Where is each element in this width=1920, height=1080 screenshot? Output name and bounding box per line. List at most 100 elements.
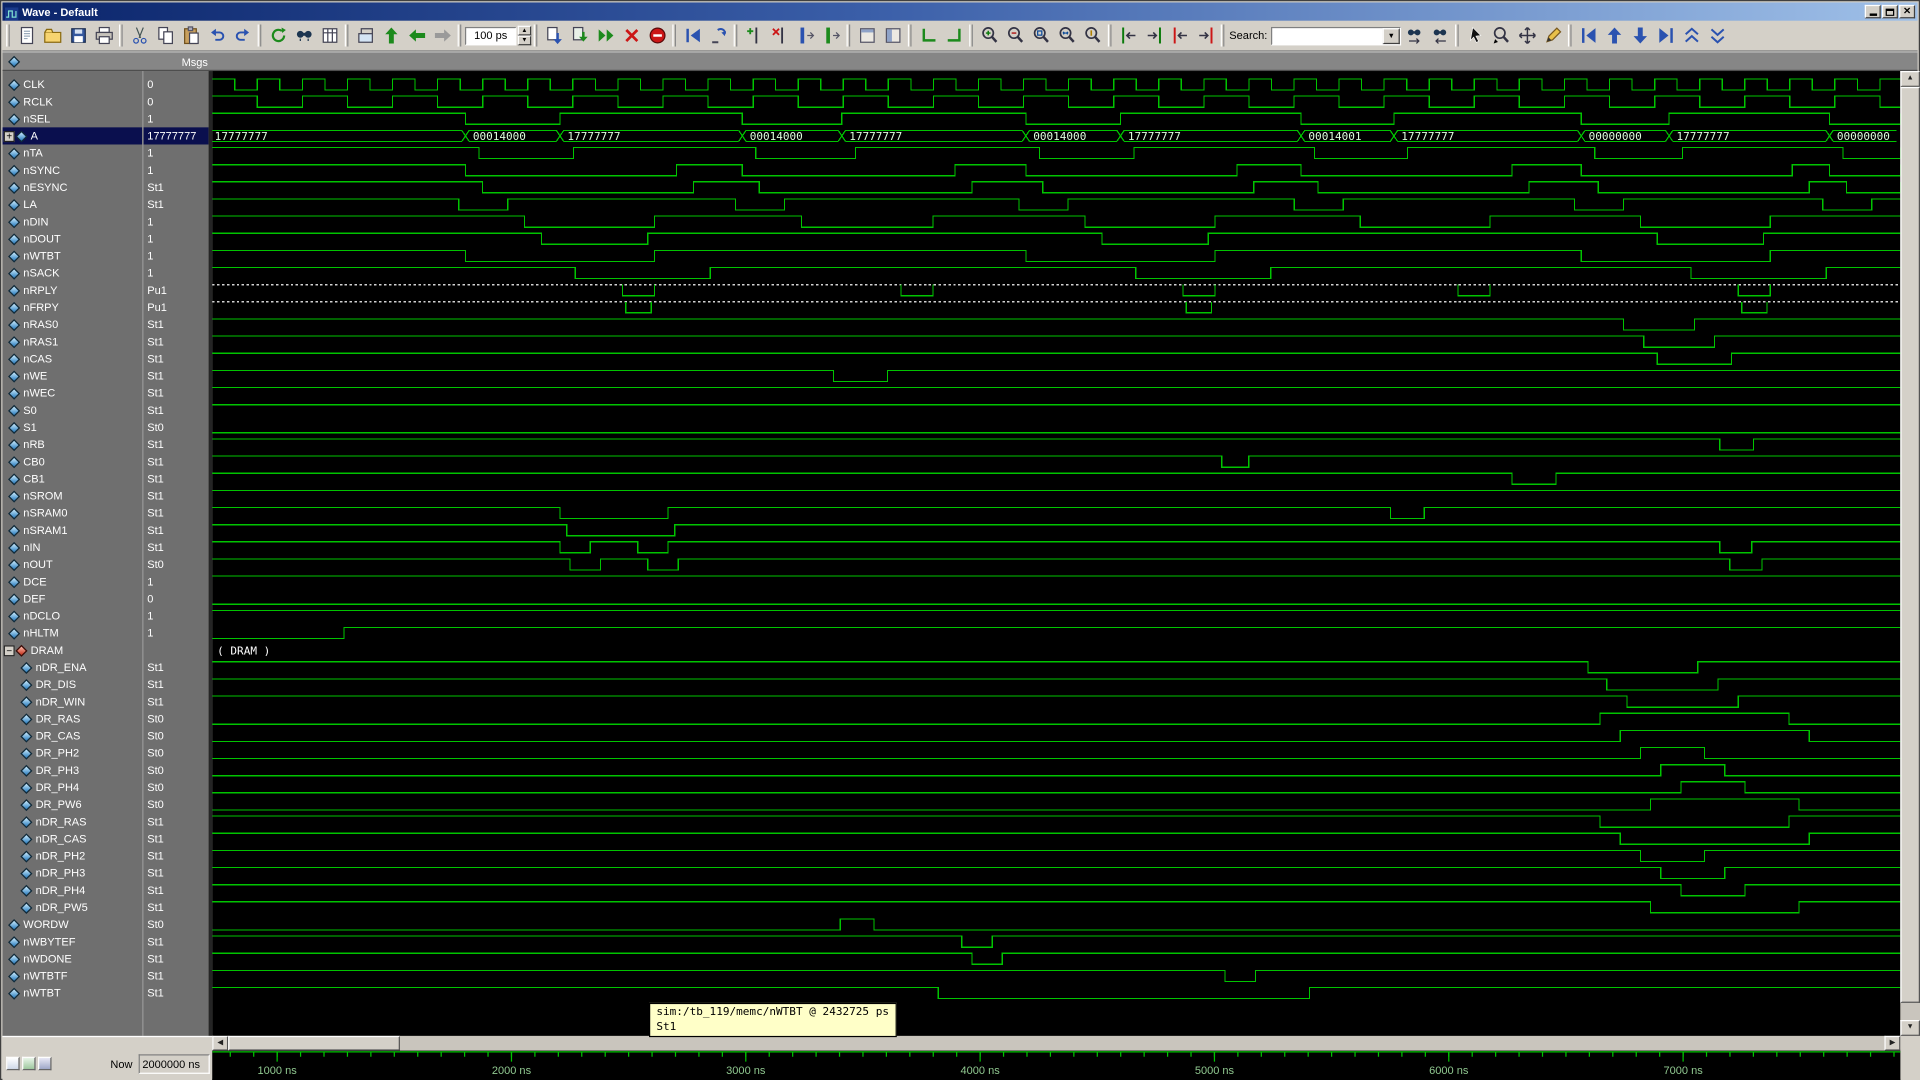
signal-row-DR_PH2[interactable]: DR_PH2 [2,744,142,761]
scroll-down-arrow[interactable]: ▼ [1900,1020,1920,1036]
run-length-input[interactable]: 100 ps [465,26,517,44]
move-to-last-button[interactable] [1653,23,1679,49]
signal-row-nDR_PH2[interactable]: nDR_PH2 [2,847,142,864]
signal-row-nESYNC[interactable]: nESYNC [2,179,142,196]
signal-row-DR_PH4[interactable]: DR_PH4 [2,779,142,796]
signal-row-nIN[interactable]: nIN [2,539,142,556]
print-button[interactable] [91,23,117,49]
close-button[interactable]: × [1899,5,1915,18]
signal-row-DR_CAS[interactable]: DR_CAS [2,727,142,744]
new-file-button[interactable] [13,23,39,49]
signal-row-nOUT[interactable]: nOUT [2,556,142,573]
signal-row-DR_PH3[interactable]: DR_PH3 [2,762,142,779]
edit-icon[interactable] [22,1057,35,1070]
scroll-left-arrow[interactable]: ◀ [212,1036,228,1051]
signal-row-S1[interactable]: S1 [2,419,142,436]
stop-button[interactable] [644,23,670,49]
restart-button[interactable] [680,23,706,49]
signal-row-nDR_PH3[interactable]: nDR_PH3 [2,864,142,881]
show-pane-button[interactable] [854,23,880,49]
signal-row-nSRAM1[interactable]: nSRAM1 [2,522,142,539]
signal-row-nDR_RAS[interactable]: nDR_RAS [2,813,142,830]
add-cursor-button[interactable] [741,23,767,49]
show-columns-button[interactable] [317,23,343,49]
move-to-first-button[interactable] [1575,23,1601,49]
search-input[interactable]: ▼ [1271,26,1401,44]
waveform-area[interactable]: 1777777700014000177777770001400017777777… [212,71,1900,1036]
cut-button[interactable] [126,23,152,49]
toolbar-grip[interactable] [458,24,462,46]
vertical-scrollbar[interactable]: ▲ ▼ [1900,71,1920,1036]
signal-row-nTA[interactable]: nTA [2,144,142,161]
pan-mode-button[interactable] [1514,23,1540,49]
signal-row-nWEC[interactable]: nWEC [2,384,142,401]
vertical-scroll-thumb[interactable] [1900,87,1920,1003]
signal-row-nSRAM0[interactable]: nSRAM0 [2,504,142,521]
signal-row-WORDW[interactable]: WORDW [2,916,142,933]
signal-row-CB0[interactable]: CB0 [2,453,142,470]
timeline[interactable]: 1000 ns2000 ns3000 ns4000 ns5000 ns6000 … [212,1051,1900,1080]
go-back-button[interactable] [404,23,430,49]
signal-row-nWE[interactable]: nWE [2,367,142,384]
horizontal-scrollbar[interactable]: ◀ ▶ [212,1036,1900,1051]
zoom-range-button[interactable] [1054,23,1080,49]
toolbar-grip[interactable] [258,24,262,46]
signal-row-RCLK[interactable]: RCLK [2,93,142,110]
signal-row-nDR_PW5[interactable]: nDR_PW5 [2,899,142,916]
find-button[interactable] [291,23,317,49]
signal-row-CLK[interactable]: CLK [2,76,142,93]
signal-row-nDR_CAS[interactable]: nDR_CAS [2,830,142,847]
spinner-up-icon[interactable]: ▲ [518,26,531,36]
search-find-prev-button[interactable] [1427,23,1453,49]
toolbar-grip[interactable] [534,24,538,46]
signal-row-DR_DIS[interactable]: DR_DIS [2,676,142,693]
paste-button[interactable] [178,23,204,49]
redo-button[interactable] [229,23,255,49]
signal-row-nWBYTEF[interactable]: nWBYTEF [2,933,142,950]
collapse-icon[interactable]: − [4,645,15,656]
signal-row-nDCLO[interactable]: nDCLO [2,607,142,624]
signal-row-LA[interactable]: LA [2,196,142,213]
toolbar-grip[interactable] [1455,24,1459,46]
expand-icon[interactable]: + [4,130,15,141]
next-falling-edge-button[interactable] [1192,23,1218,49]
signal-row-nWTBT[interactable]: nWTBT [2,984,142,1001]
break-button[interactable] [618,23,644,49]
copy-button[interactable] [152,23,178,49]
horizontal-scroll-thumb[interactable] [228,1036,400,1051]
spinner-down-icon[interactable]: ▼ [518,36,531,46]
doc-icon[interactable] [6,1057,19,1070]
run-all-button[interactable] [593,23,619,49]
select-mode-button[interactable] [1462,23,1488,49]
signal-row-nDR_WIN[interactable]: nDR_WIN [2,693,142,710]
toolbar-grip[interactable] [119,24,123,46]
toolbar-grip[interactable] [969,24,973,46]
go-up-button[interactable] [378,23,404,49]
signal-row-CB1[interactable]: CB1 [2,470,142,487]
toolbar-grip[interactable] [908,24,912,46]
scroll-right-arrow[interactable]: ▶ [1884,1036,1900,1051]
signal-row-nHLTM[interactable]: nHLTM [2,624,142,641]
toolbar-grip[interactable] [847,24,851,46]
zoom-out-button[interactable] [1002,23,1028,49]
edit-mode-button[interactable] [1540,23,1566,49]
zoom-in-button[interactable] [977,23,1003,49]
goto-time-end-button[interactable] [941,23,967,49]
run-button[interactable] [541,23,567,49]
expand-all-button[interactable] [1678,23,1704,49]
cursor-lock-blue-button[interactable] [793,23,819,49]
signal-row-nFRPY[interactable]: nFRPY [2,299,142,316]
previous-falling-edge-button[interactable] [1167,23,1193,49]
signal-row-nWTBT[interactable]: nWTBT [2,247,142,264]
signal-row-DCE[interactable]: DCE [2,573,142,590]
toolbar-grip[interactable] [734,24,738,46]
signal-row-nDR_ENA[interactable]: nDR_ENA [2,659,142,676]
reload-button[interactable] [265,23,291,49]
zoom-full-button[interactable] [1028,23,1054,49]
collapse-env-button[interactable] [352,23,378,49]
goto-time-start-button[interactable] [915,23,941,49]
toolbar-grip[interactable] [1221,24,1225,46]
signal-row-nSACK[interactable]: nSACK [2,264,142,281]
toolbar-grip[interactable] [1108,24,1112,46]
maximize-button[interactable] [1882,5,1898,18]
